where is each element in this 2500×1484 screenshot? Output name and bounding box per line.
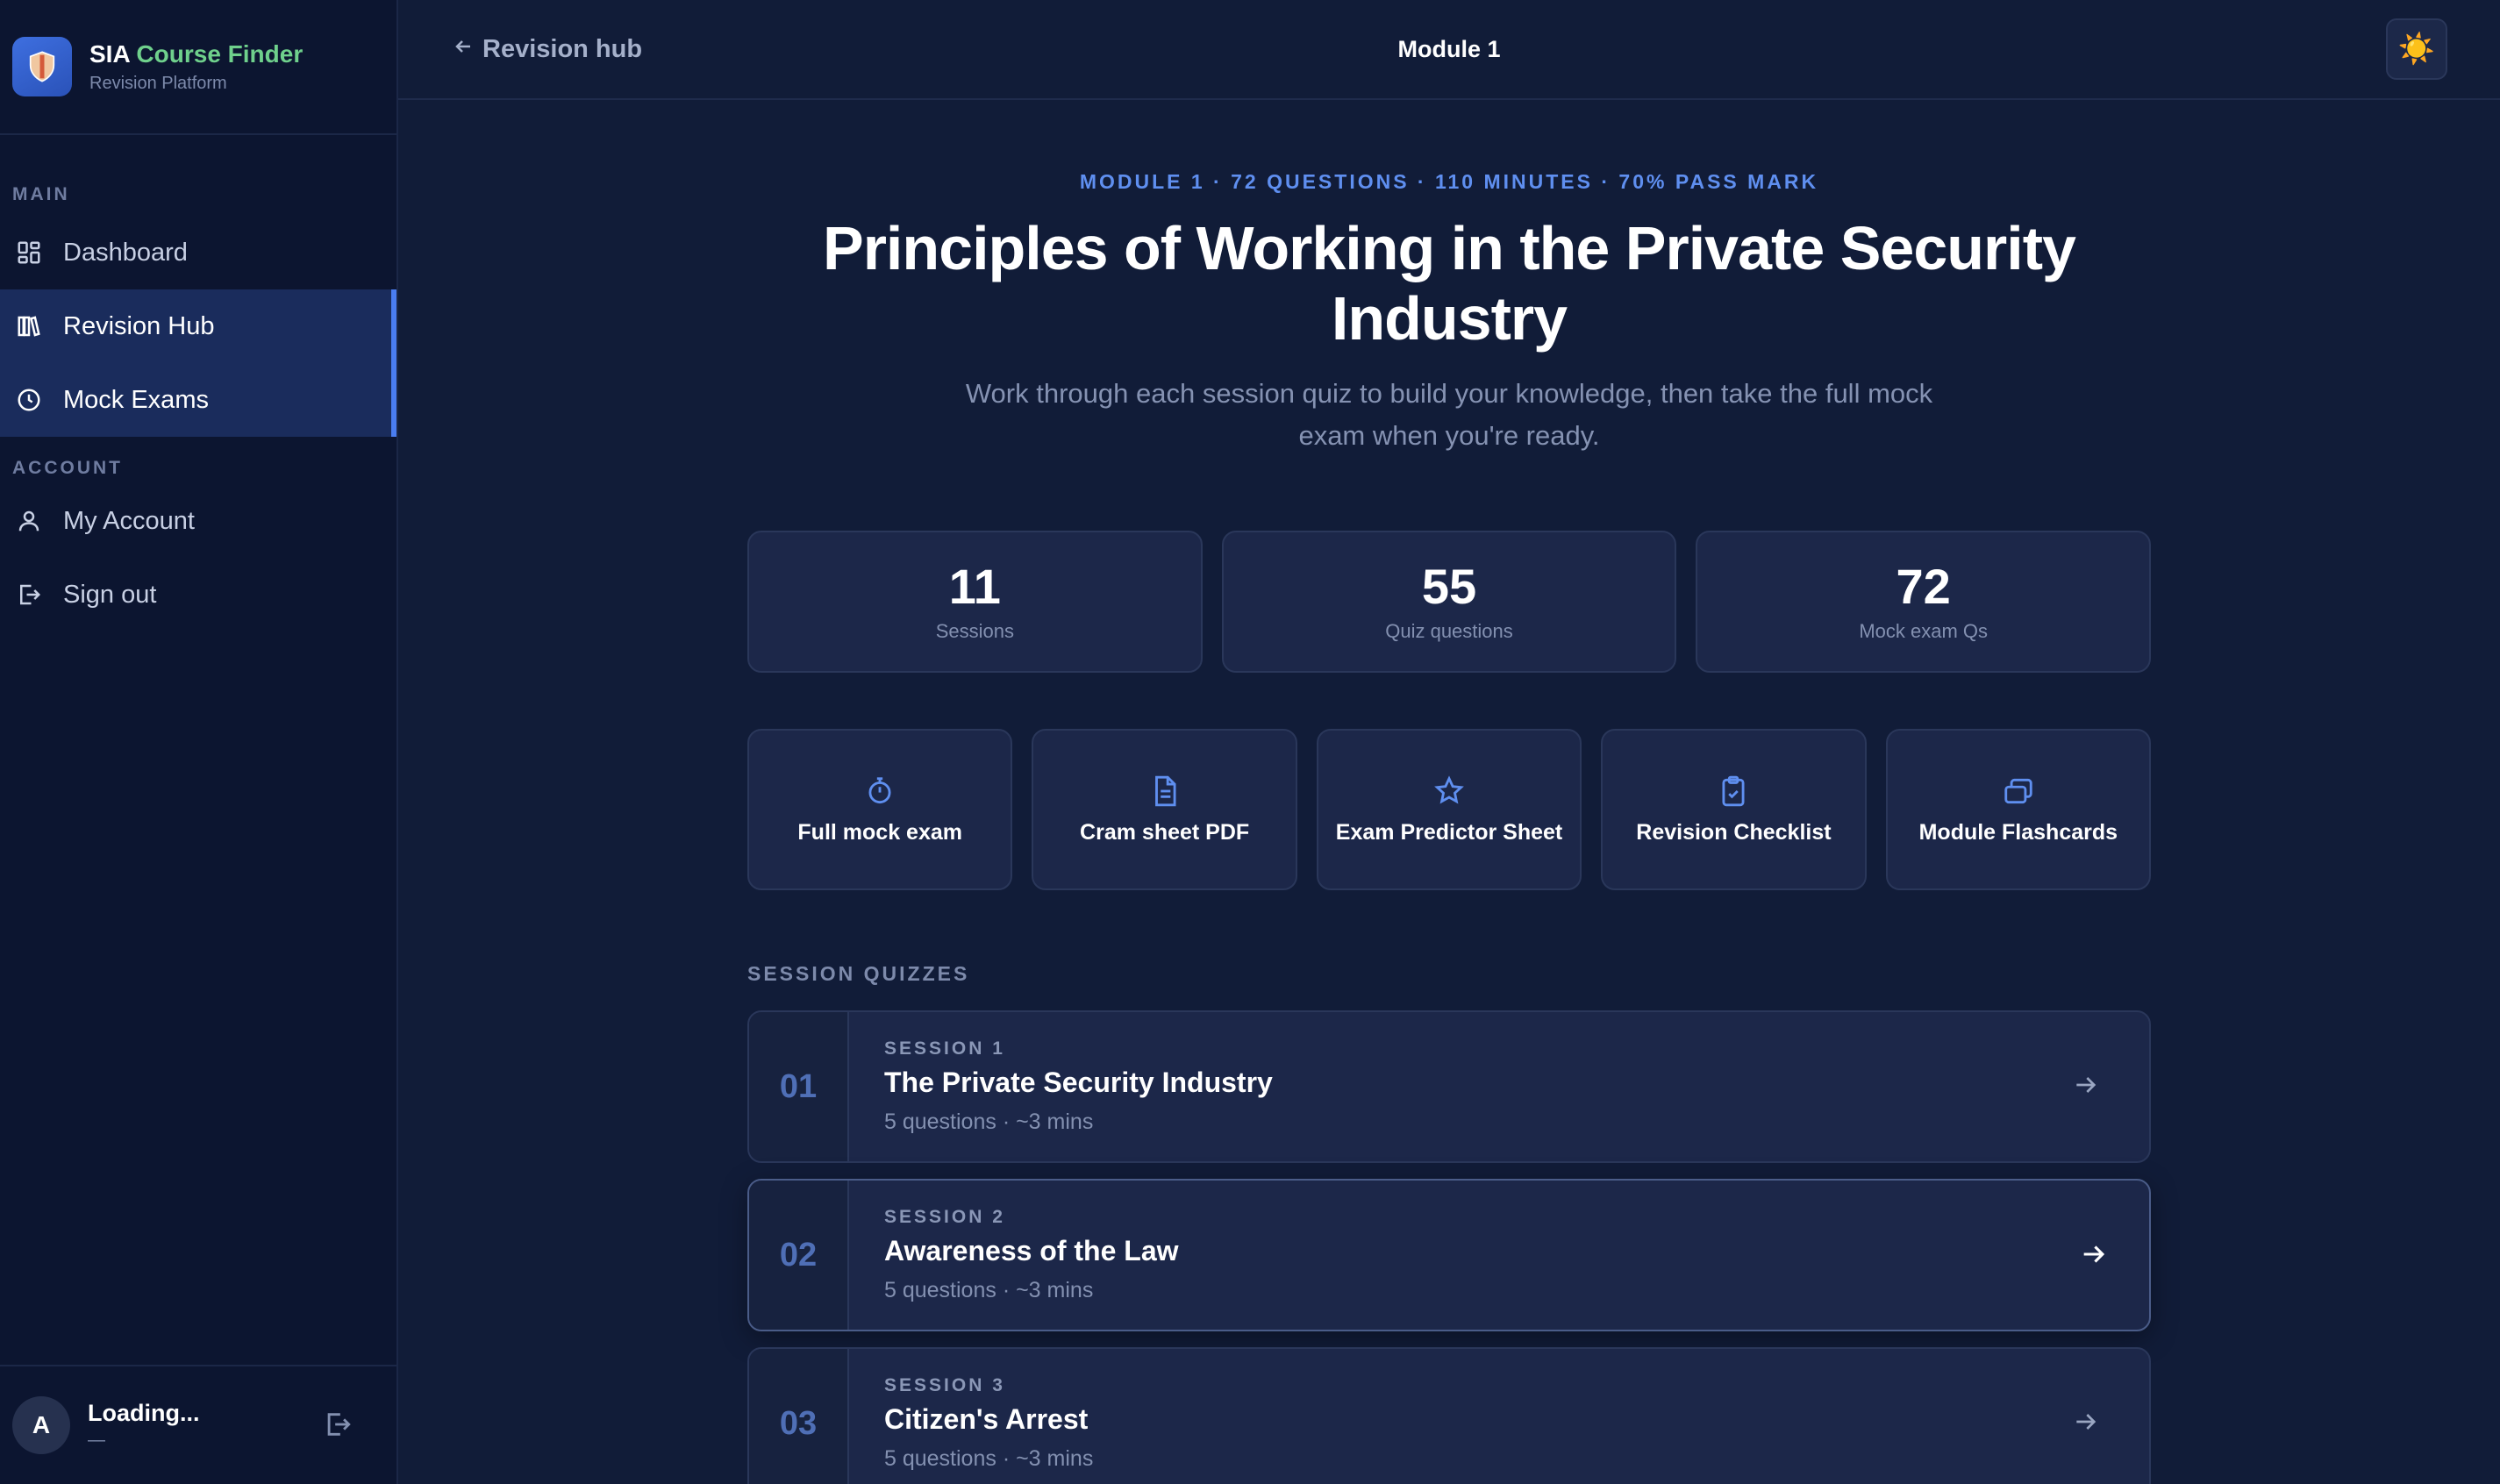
action-label: Full mock exam bbox=[797, 819, 962, 845]
user-name: Loading... bbox=[88, 1400, 200, 1426]
session-title: Awareness of the Law bbox=[884, 1235, 1179, 1266]
stat-label: Quiz questions bbox=[1385, 620, 1513, 642]
session-card-2[interactable]: 02 SESSION 2 Awareness of the Law 5 ques… bbox=[747, 1179, 2151, 1331]
session-meta: 5 questions · ~3 mins bbox=[884, 1446, 1094, 1471]
star-icon bbox=[1432, 774, 1466, 808]
session-list: 01 SESSION 1 The Private Security Indust… bbox=[747, 1010, 2151, 1484]
books-icon bbox=[14, 311, 44, 341]
app-shell: SIA Course Finder Revision Platform MAIN… bbox=[0, 0, 2500, 1484]
shield-logo-icon bbox=[12, 37, 72, 96]
arrow-right-icon bbox=[2072, 1408, 2104, 1439]
user-box: A Loading... — bbox=[0, 1365, 396, 1484]
sidebar-item-label: Revision Hub bbox=[63, 311, 215, 340]
module-title-line1: Principles of Working in the Private Sec… bbox=[823, 214, 2076, 282]
stat-card-mock-exam-qs: 72 Mock exam Qs bbox=[1696, 531, 2152, 673]
avatar[interactable]: A bbox=[12, 1396, 70, 1454]
stat-label: Sessions bbox=[935, 620, 1014, 642]
action-label: Revision Checklist bbox=[1636, 819, 1832, 845]
stats-row: 11 Sessions 55 Quiz questions 72 Mock ex… bbox=[747, 531, 2152, 673]
action-label: Cram sheet PDF bbox=[1080, 819, 1250, 845]
cram-sheet-pdf-button[interactable]: Cram sheet PDF bbox=[1032, 729, 1297, 890]
brand-name: SIA Course Finder bbox=[89, 40, 303, 68]
session-quizzes-heading: SESSION QUIZZES bbox=[747, 962, 970, 985]
session-card-1[interactable]: 01 SESSION 1 The Private Security Indust… bbox=[747, 1010, 2151, 1163]
session-title: The Private Security Industry bbox=[884, 1067, 1273, 1098]
sidebar-item-mock-exams[interactable]: Mock Exams bbox=[0, 363, 396, 437]
exam-predictor-sheet-button[interactable]: Exam Predictor Sheet bbox=[1316, 729, 1582, 890]
sidebar-item-label: Dashboard bbox=[63, 238, 188, 267]
brand-name-part1: SIA bbox=[89, 39, 130, 68]
session-kicker: SESSION 2 bbox=[884, 1207, 1005, 1227]
sidebar-item-label: Mock Exams bbox=[63, 385, 209, 414]
brand-name-part2: Course Finder bbox=[136, 39, 304, 68]
module-flashcards-button[interactable]: Module Flashcards bbox=[1885, 729, 2152, 890]
session-number: 01 bbox=[749, 1012, 849, 1161]
nav-section-account: ACCOUNT bbox=[12, 458, 123, 478]
session-number: 03 bbox=[749, 1349, 849, 1484]
cards-icon bbox=[2002, 774, 2035, 808]
stat-value: 55 bbox=[1421, 559, 1477, 614]
signout-icon[interactable] bbox=[323, 1409, 354, 1441]
signout-icon bbox=[14, 580, 44, 610]
user-subtitle: — bbox=[88, 1430, 105, 1450]
session-number: 02 bbox=[749, 1181, 849, 1330]
module-kicker: MODULE 1 · 72 QUESTIONS · 110 MINUTES · … bbox=[1079, 170, 1819, 193]
sidebar-item-label: Sign out bbox=[63, 580, 157, 609]
action-label: Module Flashcards bbox=[1918, 819, 2118, 845]
brand[interactable]: SIA Course Finder Revision Platform bbox=[0, 0, 396, 135]
arrow-right-icon bbox=[2079, 1239, 2111, 1271]
module-lead: Work through each session quiz to build … bbox=[965, 378, 1933, 451]
sidebar: SIA Course Finder Revision Platform MAIN… bbox=[0, 0, 398, 1484]
stat-value: 11 bbox=[948, 559, 1001, 614]
page-title: Module 1 bbox=[1397, 35, 1501, 62]
actions-row: Full mock exam Cram sheet PDF Exam Predi… bbox=[747, 729, 2152, 890]
main-content: Revision hub Module 1 ☀️ MODULE 1 · 72 Q… bbox=[398, 0, 2500, 1484]
stat-value: 72 bbox=[1896, 559, 1951, 614]
sidebar-item-sign-out[interactable]: Sign out bbox=[0, 558, 396, 631]
module-title-line2: Industry bbox=[1331, 284, 1568, 353]
nav-section-main: MAIN bbox=[12, 184, 70, 204]
action-label: Exam Predictor Sheet bbox=[1335, 819, 1563, 845]
session-card-3[interactable]: 03 SESSION 3 Citizen's Arrest 5 question… bbox=[747, 1347, 2151, 1484]
sidebar-item-dashboard[interactable]: Dashboard bbox=[0, 216, 396, 289]
topbar: Revision hub Module 1 ☀️ bbox=[398, 0, 2500, 100]
stopwatch-icon bbox=[863, 774, 896, 808]
stat-card-quiz-questions: 55 Quiz questions bbox=[1221, 531, 1677, 673]
session-meta: 5 questions · ~3 mins bbox=[884, 1109, 1094, 1134]
stat-label: Mock exam Qs bbox=[1859, 620, 1989, 642]
arrow-right-icon bbox=[2072, 1071, 2104, 1102]
session-meta: 5 questions · ~3 mins bbox=[884, 1278, 1094, 1302]
dashboard-icon bbox=[14, 238, 44, 268]
brand-subtitle: Revision Platform bbox=[89, 73, 227, 93]
stat-card-sessions: 11 Sessions bbox=[747, 531, 1203, 673]
session-kicker: SESSION 1 bbox=[884, 1038, 1005, 1059]
module-title: Principles of Working in the Private Sec… bbox=[747, 213, 2151, 353]
session-title: Citizen's Arrest bbox=[884, 1403, 1089, 1435]
theme-toggle-button[interactable]: ☀️ bbox=[2386, 18, 2447, 80]
clock-icon bbox=[14, 385, 44, 415]
sidebar-item-label: My Account bbox=[63, 506, 195, 535]
revision-checklist-button[interactable]: Revision Checklist bbox=[1601, 729, 1867, 890]
full-mock-exam-button[interactable]: Full mock exam bbox=[747, 729, 1013, 890]
sidebar-item-revision-hub[interactable]: Revision Hub bbox=[0, 289, 396, 363]
document-icon bbox=[1148, 774, 1182, 808]
module-content: MODULE 1 · 72 QUESTIONS · 110 MINUTES · … bbox=[747, 170, 2152, 1484]
sidebar-item-my-account[interactable]: My Account bbox=[0, 484, 396, 558]
clipboard-check-icon bbox=[1717, 774, 1750, 808]
session-kicker: SESSION 3 bbox=[884, 1375, 1005, 1395]
sun-icon: ☀️ bbox=[2397, 32, 2436, 66]
user-icon bbox=[14, 506, 44, 536]
